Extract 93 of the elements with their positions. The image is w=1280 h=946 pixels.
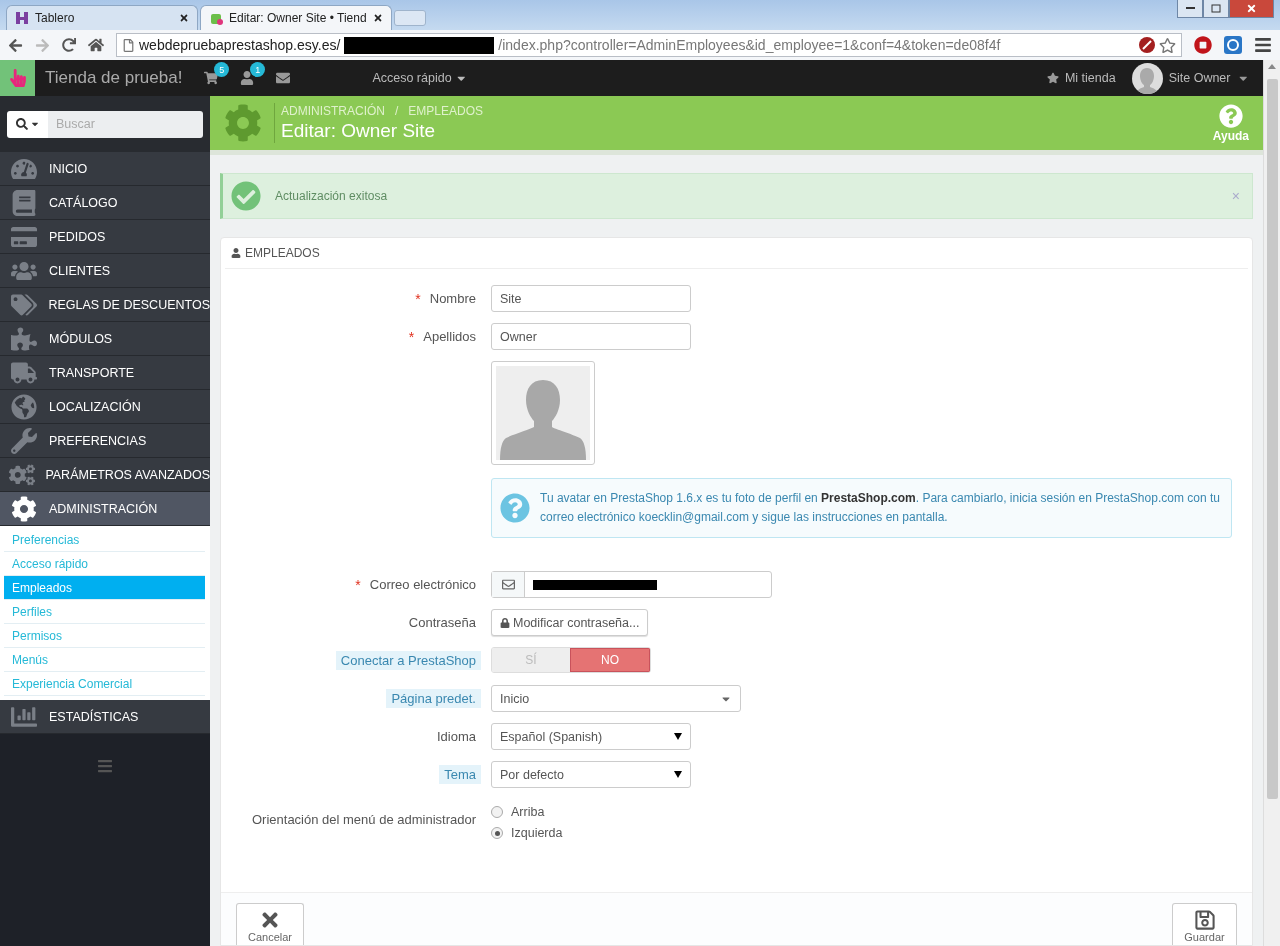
puzzle-icon — [11, 325, 37, 352]
change-password-button[interactable]: Modificar contraseña... — [491, 609, 649, 637]
close-button[interactable] — [1229, 0, 1274, 18]
browser-tab[interactable]: Editar: Owner Site • Tiend — [200, 5, 392, 30]
user-menu[interactable]: Site Owner — [1168, 71, 1231, 85]
search-field[interactable]: Buscar — [48, 110, 203, 138]
star-icon — [1046, 72, 1059, 84]
field-label: Contraseña — [407, 614, 477, 633]
menu-item[interactable]: PEDIDOS — [0, 220, 210, 254]
menu-item[interactable]: INICIO — [0, 152, 210, 186]
menu-icon[interactable] — [1254, 36, 1272, 54]
field-label: Página predet. — [386, 689, 481, 709]
field-label: Correo electrónico — [368, 576, 477, 595]
menu-item[interactable]: REGLAS DE DESCUENTOS — [0, 288, 210, 322]
menu-item[interactable]: PREFERENCIAS — [0, 424, 210, 458]
text-field[interactable]: Owner — [491, 323, 691, 350]
save-icon — [1193, 909, 1216, 931]
email-field[interactable] — [491, 571, 772, 599]
breadcrumb-separator: / — [395, 104, 399, 118]
radio-button[interactable] — [491, 806, 503, 819]
address-bar[interactable]: webdepruebaprestashop.esy.es/ /index.php?controller=AdminEmployees&id_employee=1&conf=4&token=de08f4f — [116, 33, 1182, 57]
reload-icon[interactable] — [62, 38, 76, 52]
search-icon — [15, 118, 28, 130]
select-field[interactable]: Español (Spanish) — [491, 723, 691, 751]
book-icon — [11, 189, 37, 216]
notification-count: 1 — [250, 62, 266, 77]
field-label: Tema — [439, 765, 481, 785]
menu-item[interactable]: PARÁMETROS AVANZADOS — [0, 458, 210, 492]
radio-option[interactable]: Izquierda — [491, 826, 1232, 841]
shop-bag-icon — [209, 11, 223, 25]
gear-icon — [11, 495, 37, 522]
caret-icon — [674, 771, 682, 779]
gear-icon — [224, 104, 262, 142]
field-label: Orientación del menú de administrador — [251, 811, 477, 830]
stop-sign-icon[interactable] — [1194, 36, 1212, 54]
globe-icon — [11, 393, 37, 420]
user-icon[interactable] — [240, 71, 255, 85]
close-icon — [1246, 3, 1257, 14]
search-button[interactable] — [7, 110, 48, 138]
radio-option[interactable]: Arriba — [491, 805, 1232, 820]
required-mark: * — [415, 290, 421, 307]
bookmark-star-icon[interactable] — [1159, 36, 1176, 54]
avatar[interactable] — [1131, 62, 1163, 94]
field-label: Nombre — [428, 290, 477, 308]
field-label: Conectar a PrestaShop — [335, 651, 481, 671]
cancel-button[interactable]: Cancelar — [236, 903, 304, 945]
close-icon[interactable] — [373, 13, 383, 23]
minimize-button[interactable] — [1177, 0, 1203, 18]
back-icon[interactable] — [8, 37, 23, 53]
cart-icon[interactable] — [204, 71, 219, 85]
caret-icon — [674, 733, 682, 741]
menu-item[interactable]: MÓDULOS — [0, 322, 210, 356]
menu-item[interactable]: CLIENTES — [0, 254, 210, 288]
restore-icon — [1211, 4, 1221, 13]
check-icon — [231, 181, 261, 211]
close-icon[interactable] — [179, 13, 189, 23]
alert-text: Actualización exitosa — [275, 189, 388, 203]
wrench-icon — [11, 427, 37, 454]
menu-item[interactable]: LOCALIZACIÓN — [0, 390, 210, 424]
page-title: Editar: Owner Site — [281, 120, 437, 142]
required-mark: * — [355, 576, 361, 593]
lock-icon — [500, 617, 510, 628]
my-shop-link[interactable]: Mi tienda — [1064, 71, 1116, 85]
menu-item[interactable]: TRANSPORTE — [0, 356, 210, 390]
minimize-icon — [1185, 7, 1195, 10]
panel-title: EMPLEADOS — [245, 246, 320, 260]
notification-count: 5 — [214, 62, 230, 77]
required-mark: * — [408, 328, 415, 345]
radio-button[interactable] — [491, 827, 503, 840]
save-button[interactable]: Guardar — [1172, 903, 1237, 945]
browser-tab[interactable]: Tablero — [6, 5, 198, 30]
site-logo-icon — [15, 11, 29, 25]
select-field[interactable]: Por defecto — [491, 761, 691, 789]
menu-item[interactable]: CATÁLOGO — [0, 186, 210, 220]
scrollbar-thumb[interactable] — [1266, 79, 1278, 799]
help-icon — [500, 493, 530, 524]
extension-icon[interactable] — [1224, 36, 1242, 54]
user-icon — [231, 248, 241, 258]
blocked-icon — [1139, 37, 1155, 53]
menu-item[interactable]: ESTADÍSTICAS — [0, 700, 210, 734]
shop-name[interactable]: Tienda de prueba! — [45, 68, 183, 88]
envelope-icon[interactable] — [276, 71, 291, 85]
field-label: Idioma — [435, 728, 477, 747]
info-text: Tu avatar en PrestaShop 1.6.x es tu foto de perfil en PrestaShop.com. Para cambiarlo, inicia sesión en PrestaShop.com con tu correo electrónico koecklin@gmail.com y sigue las instrucciones en pantalla. — [540, 490, 1221, 527]
text-field[interactable]: Site — [491, 285, 691, 312]
envelope-icon — [501, 578, 515, 592]
page-icon — [122, 38, 135, 52]
scroll-up-icon[interactable] — [1268, 64, 1276, 69]
menu-item[interactable]: ADMINISTRACIÓN — [0, 492, 210, 526]
select-field[interactable]: Inicio — [491, 685, 741, 713]
field-label: Apellidos — [422, 328, 477, 346]
home-icon[interactable] — [88, 37, 104, 53]
quick-access-menu[interactable]: Acceso rápido — [372, 71, 468, 85]
